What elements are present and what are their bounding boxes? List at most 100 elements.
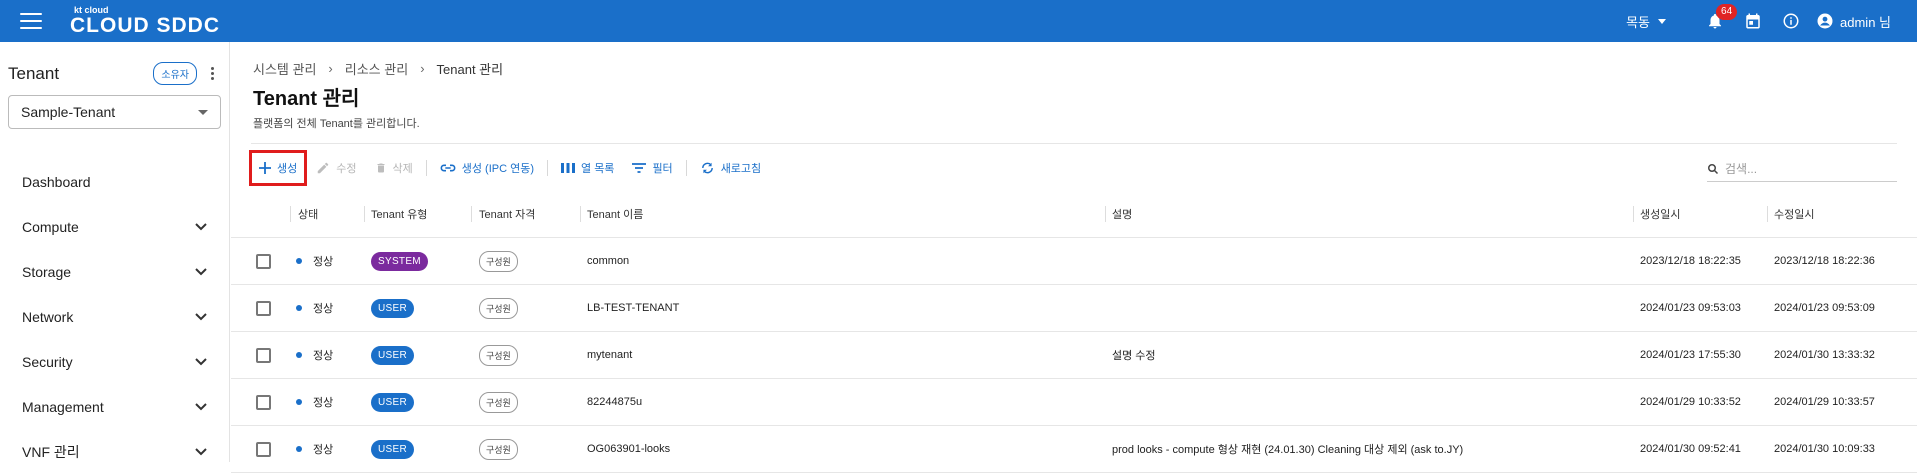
create-label: 생성 bbox=[277, 163, 298, 175]
columns-button[interactable]: 열 목록 bbox=[552, 154, 623, 182]
role-chip: 구성원 bbox=[479, 438, 518, 460]
region-label: 목동 bbox=[1626, 14, 1651, 30]
status-dot bbox=[296, 446, 302, 452]
breadcrumb-item[interactable]: 시스템 관리 bbox=[253, 59, 316, 78]
row-checkbox[interactable] bbox=[256, 300, 271, 316]
type-cell: USER bbox=[371, 379, 414, 425]
created-cell: 2023/12/18 18:22:35 bbox=[1640, 255, 1741, 267]
role-cell: 구성원 bbox=[479, 238, 518, 284]
created-cell: 2024/01/23 17:55:30 bbox=[1640, 349, 1741, 361]
tenant-select[interactable]: Sample-Tenant bbox=[8, 95, 221, 129]
page-title: Tenant 관리 bbox=[253, 88, 360, 110]
row-checkbox[interactable] bbox=[256, 441, 271, 457]
trash-icon bbox=[377, 163, 384, 173]
sidebar-item-compute[interactable]: Compute bbox=[0, 204, 229, 249]
sidebar-item-label: Compute bbox=[22, 218, 79, 235]
user-name: admin 님 bbox=[1840, 14, 1891, 30]
sidebar-item-network[interactable]: Network bbox=[0, 294, 229, 339]
status-text: 정상 bbox=[313, 303, 334, 315]
view-column-icon bbox=[561, 163, 576, 173]
type-cell: SYSTEM bbox=[371, 238, 428, 284]
sidebar-item-storage[interactable]: Storage bbox=[0, 249, 229, 294]
sidebar-item-label: Management bbox=[22, 398, 104, 415]
logo-text: CLOUD SDDC bbox=[70, 14, 220, 37]
type-badge: SYSTEM bbox=[371, 251, 428, 271]
row-checkbox-cell bbox=[256, 332, 271, 378]
create-ipc-button[interactable]: 생성 (IPC 연동) bbox=[431, 154, 543, 182]
row-checkbox[interactable] bbox=[256, 347, 271, 363]
menu-icon[interactable] bbox=[20, 13, 42, 29]
sidebar-item-label: VNF 관리 bbox=[22, 443, 80, 460]
status-text: 정상 bbox=[313, 256, 334, 268]
status-cell: 정상 bbox=[296, 285, 333, 331]
create-button[interactable]: 생성 bbox=[249, 150, 308, 186]
table-row[interactable]: 정상 USER 구성원 mytenant 설명 수정 2024/01/23 17… bbox=[231, 332, 1917, 379]
column-separator bbox=[1105, 206, 1106, 222]
table-row[interactable]: 정상 USER 구성원 OG063901-looks prod looks - … bbox=[231, 426, 1917, 473]
column-separator bbox=[290, 206, 291, 222]
name-cell: common bbox=[587, 255, 630, 267]
main-content: 시스템 관리 › 리소스 관리 › Tenant 관리 Tenant 관리 플랫… bbox=[231, 42, 1917, 473]
notifications-button[interactable]: 64 bbox=[1696, 0, 1738, 42]
filter-button[interactable]: 필터 bbox=[623, 154, 681, 182]
name-cell: 82244875u bbox=[587, 396, 643, 408]
description-cell: prod looks - compute 형상 재현 (24.01.30) Cl… bbox=[1112, 444, 1464, 456]
breadcrumb-item[interactable]: 리소스 관리 bbox=[345, 59, 408, 78]
sidebar-item-vnf[interactable]: VNF 관리 bbox=[0, 429, 229, 474]
updated-cell: 2024/01/29 10:33:57 bbox=[1774, 396, 1875, 408]
caret-down-icon bbox=[1658, 18, 1667, 24]
updated-cell: 2024/01/30 10:09:33 bbox=[1774, 443, 1875, 455]
sidebar-item-security[interactable]: Security bbox=[0, 339, 229, 384]
header-name[interactable]: Tenant 이름 bbox=[587, 191, 643, 237]
updated-cell: 2024/01/30 13:33:32 bbox=[1774, 349, 1875, 361]
logo[interactable]: kt cloud CLOUD SDDC bbox=[70, 6, 220, 37]
status-cell: 정상 bbox=[296, 238, 333, 284]
row-checkbox-cell bbox=[256, 285, 271, 331]
calendar-button[interactable] bbox=[1734, 0, 1772, 42]
role-cell: 구성원 bbox=[479, 285, 518, 331]
edit-button[interactable]: 수정 bbox=[307, 154, 365, 182]
status-dot bbox=[296, 258, 302, 264]
type-cell: USER bbox=[371, 285, 414, 331]
chevron-down-icon bbox=[195, 312, 207, 320]
row-checkbox[interactable] bbox=[256, 253, 271, 269]
header-description[interactable]: 설명 bbox=[1112, 191, 1132, 237]
row-checkbox-cell bbox=[256, 379, 271, 425]
more-vert-icon[interactable] bbox=[203, 66, 221, 81]
page-description: 플랫폼의 전체 Tenant를 관리합니다. bbox=[253, 118, 420, 130]
region-selector[interactable]: 목동 bbox=[1626, 12, 1667, 31]
divider bbox=[251, 143, 1897, 144]
header-updated[interactable]: 수정일시 bbox=[1774, 191, 1814, 237]
search-box bbox=[1707, 156, 1897, 182]
breadcrumb-current: Tenant 관리 bbox=[436, 62, 504, 77]
user-menu[interactable]: admin 님 bbox=[1816, 12, 1891, 31]
created-cell: 2024/01/30 09:52:41 bbox=[1640, 443, 1741, 455]
header-created[interactable]: 생성일시 bbox=[1640, 191, 1680, 237]
search-input[interactable] bbox=[1725, 161, 1885, 176]
breadcrumb: 시스템 관리 › 리소스 관리 › Tenant 관리 bbox=[253, 59, 503, 78]
role-chip: 구성원 bbox=[479, 250, 518, 272]
header-role[interactable]: Tenant 자격 bbox=[479, 191, 535, 237]
row-checkbox[interactable] bbox=[256, 394, 271, 410]
header-type[interactable]: Tenant 유형 bbox=[371, 191, 427, 237]
table-row[interactable]: 정상 SYSTEM 구성원 common 2023/12/18 18:22:35… bbox=[231, 238, 1917, 285]
chevron-right-icon: › bbox=[328, 61, 333, 76]
refresh-icon bbox=[701, 162, 713, 174]
filter-label: 필터 bbox=[652, 163, 673, 175]
table-row[interactable]: 정상 USER 구성원 82244875u 2024/01/29 10:33:5… bbox=[231, 379, 1917, 426]
toolbar-separator bbox=[425, 160, 427, 176]
delete-button[interactable]: 삭제 bbox=[366, 154, 422, 182]
create-ipc-label: 생성 (IPC 연동) bbox=[461, 163, 535, 175]
table-row[interactable]: 정상 USER 구성원 LB-TEST-TENANT 2024/01/23 09… bbox=[231, 285, 1917, 332]
header-status[interactable]: 상태 bbox=[298, 191, 318, 237]
row-checkbox-cell bbox=[256, 238, 271, 284]
toolbar-separator bbox=[547, 160, 549, 176]
tenant-select-value: Sample-Tenant bbox=[21, 104, 116, 120]
status-text: 정상 bbox=[313, 444, 334, 456]
sidebar-item-management[interactable]: Management bbox=[0, 384, 229, 429]
role-cell: 구성원 bbox=[479, 426, 518, 472]
sidebar-item-dashboard[interactable]: Dashboard bbox=[0, 159, 229, 204]
refresh-button[interactable]: 새로고침 bbox=[691, 154, 770, 182]
column-separator bbox=[1633, 206, 1634, 222]
info-button[interactable] bbox=[1772, 0, 1810, 42]
